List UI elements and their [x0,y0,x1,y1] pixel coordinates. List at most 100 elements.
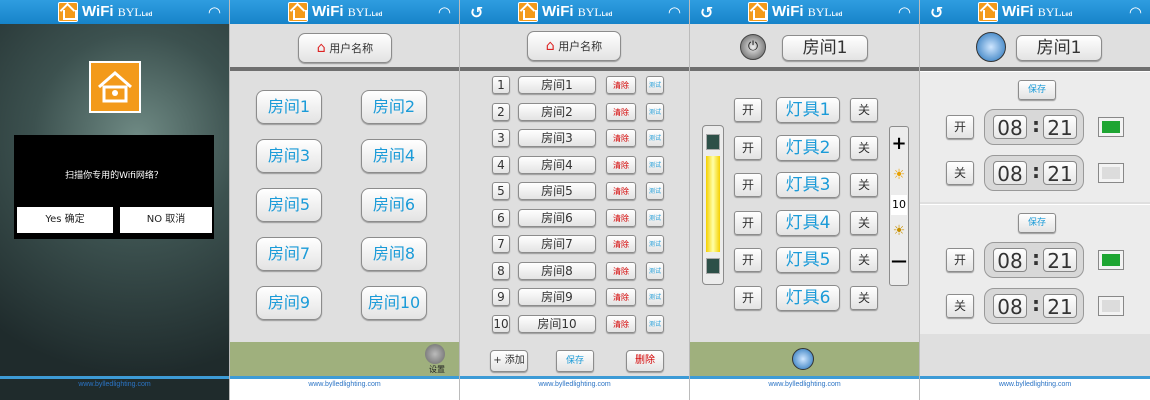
test-button[interactable]: 测试 [646,235,664,253]
light-on-button[interactable]: 开 [734,210,762,235]
light-name-button[interactable]: 灯具5 [776,247,840,273]
slider-handle[interactable] [706,258,720,274]
footer-url[interactable]: www.bylledlighting.com [308,381,380,388]
footer-url[interactable]: www.bylledlighting.com [78,381,150,388]
clear-button[interactable]: 清除 [606,76,636,94]
test-button[interactable]: 测试 [646,208,664,227]
light-off-button[interactable]: 关 [850,210,878,235]
clear-button[interactable]: 清除 [606,235,636,253]
light-name-button[interactable]: 灯具6 [776,284,840,311]
room-name-field[interactable]: 房间10 [518,314,596,333]
light-on-button[interactable]: 开 [734,98,762,122]
light-name-button[interactable]: 灯具1 [776,97,840,123]
clear-button[interactable]: 清除 [606,208,636,227]
room-name-field[interactable]: 房间9 [518,288,596,306]
delete-button[interactable]: 删除 [626,350,664,372]
room-name-field[interactable]: 房间6 [518,208,596,227]
power-icon[interactable]: ⏻ [740,34,766,60]
room-name-field[interactable]: 房间8 [518,261,596,280]
light-on-button[interactable]: 开 [734,285,762,310]
test-button[interactable]: 测试 [646,314,664,333]
room-name-field[interactable]: 房间3 [518,129,596,147]
clear-button[interactable]: 清除 [606,129,636,147]
room-button[interactable]: 房间4 [361,139,427,173]
test-button[interactable]: 测试 [646,182,664,200]
settings-label[interactable]: 设置 [429,364,445,375]
room-name-field[interactable]: 房间4 [518,155,596,174]
room-button[interactable]: 房间8 [361,237,427,271]
room-name-button[interactable]: 房间1 [1016,35,1102,61]
timer-status-indicator[interactable] [1098,250,1124,270]
room-name-field[interactable]: 房间1 [518,76,596,94]
hour-digits[interactable]: 08 [993,161,1027,186]
save-button[interactable]: 保存 [556,350,594,372]
hour-digits[interactable]: 08 [993,248,1027,273]
room-button[interactable]: 房间7 [256,237,322,271]
yes-button[interactable]: Yes 确定 [17,207,113,233]
back-icon[interactable]: ↺ [700,3,713,22]
footer-url[interactable]: www.bylledlighting.com [538,381,610,388]
room-name-field[interactable]: 房间7 [518,235,596,253]
no-button[interactable]: NO 取消 [120,207,212,233]
timer-status-indicator[interactable] [1098,296,1124,316]
room-button[interactable]: 房间5 [256,188,322,222]
timer-off-label-button[interactable]: 关 [946,161,974,185]
clear-button[interactable]: 清除 [606,314,636,333]
minute-digits[interactable]: 21 [1043,115,1077,140]
light-off-button[interactable]: 关 [850,285,878,310]
room-name-button[interactable]: 房间1 [782,35,868,61]
room-button[interactable]: 房间3 [256,139,322,173]
timer-save-button[interactable]: 保存 [1018,80,1056,100]
test-button[interactable]: 测试 [646,155,664,174]
light-off-button[interactable]: 关 [850,173,878,197]
clear-button[interactable]: 清除 [606,102,636,121]
clear-button[interactable]: 清除 [606,288,636,306]
room-button[interactable]: 房间9 [256,286,322,320]
light-off-button[interactable]: 关 [850,135,878,160]
room-button[interactable]: 房间6 [361,188,427,222]
brightness-slider[interactable] [702,125,724,285]
room-button[interactable]: 房间10 [361,286,427,320]
light-name-button[interactable]: 灯具2 [776,134,840,161]
light-on-button[interactable]: 开 [734,135,762,160]
plus-button[interactable]: + [890,133,908,154]
test-button[interactable]: 测试 [646,102,664,121]
timer-off-label-button[interactable]: 关 [946,294,974,318]
room-button[interactable]: 房间1 [256,90,322,124]
light-on-button[interactable]: 开 [734,173,762,197]
minus-button[interactable]: — [890,251,908,270]
footer-url[interactable]: www.bylledlighting.com [999,381,1071,388]
back-icon[interactable]: ↺ [470,3,483,22]
user-name-button[interactable]: ⌂ 用户名称 [298,33,392,63]
test-button[interactable]: 测试 [646,288,664,306]
room-name-field[interactable]: 房间5 [518,182,596,200]
clear-button[interactable]: 清除 [606,155,636,174]
timer-status-indicator[interactable] [1098,117,1124,137]
test-button[interactable]: 测试 [646,129,664,147]
light-on-button[interactable]: 开 [734,248,762,272]
gear-icon[interactable] [425,344,445,364]
light-name-button[interactable]: 灯具3 [776,172,840,198]
minute-digits[interactable]: 21 [1043,161,1077,186]
room-name-field[interactable]: 房间2 [518,102,596,121]
hour-digits[interactable]: 08 [993,115,1027,140]
timer-on-label-button[interactable]: 开 [946,248,974,272]
hour-digits[interactable]: 08 [993,294,1027,319]
minute-digits[interactable]: 21 [1043,248,1077,273]
light-name-button[interactable]: 灯具4 [776,209,840,236]
timer-status-indicator[interactable] [1098,163,1124,183]
timer-on-label-button[interactable]: 开 [946,115,974,139]
add-button[interactable]: + 添加 [490,350,528,372]
footer-url[interactable]: www.bylledlighting.com [768,381,840,388]
minute-digits[interactable]: 21 [1043,294,1077,319]
clear-button[interactable]: 清除 [606,261,636,280]
user-name-button[interactable]: ⌂ 用户名称 [527,31,621,61]
back-icon[interactable]: ↺ [930,3,943,22]
timer-save-button[interactable]: 保存 [1018,213,1056,233]
light-off-button[interactable]: 关 [850,98,878,122]
clear-button[interactable]: 清除 [606,182,636,200]
light-off-button[interactable]: 关 [850,248,878,272]
room-button[interactable]: 房间2 [361,90,427,124]
clock-icon[interactable] [792,348,814,370]
test-button[interactable]: 测试 [646,76,664,94]
